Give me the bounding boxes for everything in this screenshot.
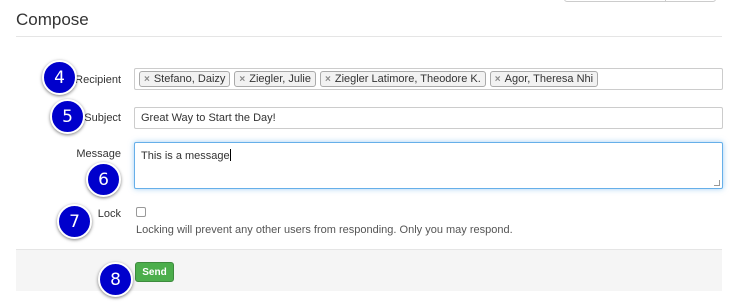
- recipient-token[interactable]: × Ziegler, Julie: [234, 71, 316, 87]
- recipient-token-label: Agor, Theresa Nhi: [504, 73, 594, 85]
- resize-grip-icon[interactable]: [714, 180, 720, 186]
- step-badge-6: 6: [86, 162, 121, 197]
- text-caret: [229, 149, 231, 161]
- recipient-token-label: Stefano, Daizy: [153, 73, 226, 85]
- message-textarea[interactable]: This is a message: [134, 142, 723, 189]
- close-icon[interactable]: ×: [144, 74, 150, 85]
- step-badge-4: 4: [42, 60, 77, 95]
- close-icon[interactable]: ×: [239, 74, 245, 85]
- recipient-field[interactable]: × Stefano, Daizy × Ziegler, Julie × Zieg…: [134, 68, 723, 90]
- message-text: This is a message: [141, 150, 230, 162]
- step-badge-8: 8: [98, 262, 133, 297]
- lock-help-text: Locking will prevent any other users fro…: [136, 224, 513, 236]
- recipient-token[interactable]: × Ziegler Latimore, Theodore K.: [320, 71, 486, 87]
- subject-input[interactable]: Great Way to Start the Day!: [134, 107, 723, 129]
- step-badge-5: 5: [50, 99, 85, 134]
- recipient-token[interactable]: × Stefano, Daizy: [139, 71, 231, 87]
- lock-checkbox[interactable]: [136, 207, 146, 217]
- send-button[interactable]: Send: [135, 262, 174, 282]
- toolbar-divider: [665, 0, 666, 1]
- recipient-token-label: Ziegler Latimore, Theodore K.: [334, 73, 481, 85]
- message-label: Message: [76, 148, 121, 160]
- step-badge-7: 7: [57, 204, 92, 239]
- close-icon[interactable]: ×: [325, 74, 331, 85]
- close-icon[interactable]: ×: [495, 74, 501, 85]
- page-title: Compose: [16, 10, 89, 29]
- recipient-token-label: Ziegler, Julie: [249, 73, 311, 85]
- recipient-token[interactable]: × Agor, Theresa Nhi: [489, 71, 599, 87]
- top-toolbar-button-group[interactable]: [564, 0, 716, 2]
